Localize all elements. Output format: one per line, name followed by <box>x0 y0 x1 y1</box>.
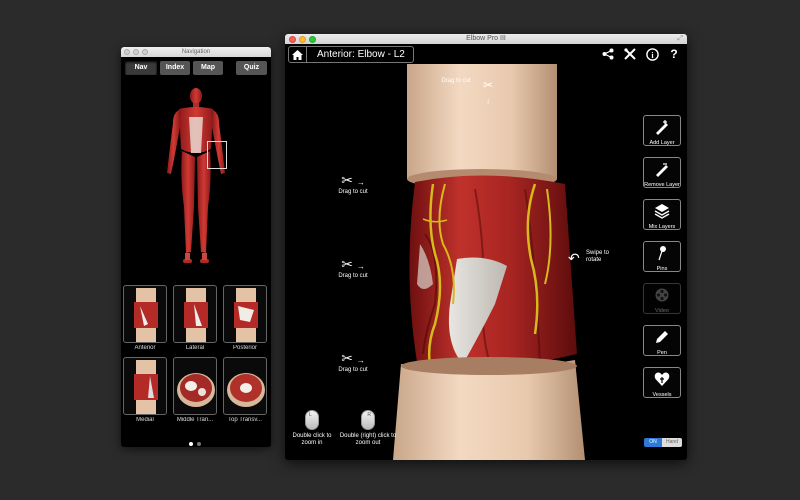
body-map-figure[interactable] <box>161 87 231 269</box>
thumbnail-label: Medial <box>136 417 154 423</box>
drag-to-cut-hint[interactable]: ✂ → Drag to cut <box>333 256 373 279</box>
scissors-icon: ✂ → <box>341 172 365 188</box>
top-toolbar: i ? <box>601 47 681 61</box>
tab-map[interactable]: Map <box>193 61 223 75</box>
page-dot-active[interactable] <box>189 442 193 446</box>
mix-layers-button[interactable]: Mix Layers <box>643 199 681 230</box>
zoom-out-hint: Double (right) click to zoom out <box>339 433 397 446</box>
vessels-heart-icon <box>654 372 670 386</box>
add-layer-icon <box>656 120 668 135</box>
tab-nav[interactable]: Nav <box>125 61 157 75</box>
scissors-icon: ✂ → <box>341 256 365 272</box>
video-reel-icon <box>655 288 669 302</box>
add-layer-button[interactable]: Add Layer <box>643 115 681 146</box>
navigation-title: Navigation <box>181 49 211 55</box>
elbow-3d-view[interactable] <box>285 44 687 460</box>
mouse-left-click-icon: L <box>305 410 319 430</box>
zoom-in-hint: Double click to zoom in <box>292 433 332 446</box>
tab-index[interactable]: Index <box>160 61 190 75</box>
navigation-tabs: Nav Index Map Quiz <box>125 61 267 75</box>
share-icon[interactable] <box>601 47 615 61</box>
view-region-indicator[interactable] <box>207 141 227 169</box>
thumbnail-label: Lateral <box>185 345 205 351</box>
thumbnail-label: Middle Tran... <box>176 417 214 423</box>
thumbnail-posterior[interactable] <box>223 285 267 343</box>
swipe-to-rotate-hint: ↶ Swipe to rotate <box>568 250 610 266</box>
scissors-icon[interactable]: ✂ ↓ <box>481 78 495 106</box>
thumbnail-anterior[interactable] <box>123 285 167 343</box>
navigation-titlebar[interactable]: Navigation <box>121 47 271 57</box>
page-indicator[interactable] <box>187 433 203 447</box>
fullscreen-icon[interactable]: ⤢ <box>677 35 683 43</box>
page-dot[interactable] <box>197 442 201 446</box>
layers-icon <box>654 204 670 219</box>
help-icon[interactable]: ? <box>667 47 681 61</box>
navigation-window: Navigation Nav Index Map Quiz Anterior L… <box>121 47 271 447</box>
pin-icon <box>658 246 666 261</box>
mode-toggle[interactable]: ON Hand <box>644 438 682 447</box>
thumbnail-label: Anterior <box>134 345 156 351</box>
home-icon[interactable] <box>289 47 307 62</box>
rotate-arrow-icon: ↶ <box>568 250 580 266</box>
thumbnail-label: Top Transv... <box>228 417 262 423</box>
mouse-right-click-icon: R <box>361 410 375 430</box>
breadcrumb-title: Anterior: Elbow - L2 <box>317 49 405 60</box>
remove-layer-button[interactable]: Remove Layer <box>643 157 681 188</box>
toggle-on[interactable]: ON <box>644 438 662 447</box>
pins-button[interactable]: Pins <box>643 241 681 272</box>
thumbnail-label: Posterior <box>232 345 257 351</box>
drag-to-cut-hint[interactable]: ✂ → Drag to cut <box>333 172 373 195</box>
window-title: Elbow Pro III <box>466 35 506 42</box>
thumbnail-top-transverse[interactable] <box>223 357 267 415</box>
info-glyph: i <box>651 50 654 59</box>
scissors-icon: ✂ → <box>341 350 365 366</box>
breadcrumb[interactable]: Anterior: Elbow - L2 <box>288 46 414 63</box>
pen-button[interactable]: Pen <box>643 325 681 356</box>
tab-quiz[interactable]: Quiz <box>236 61 267 75</box>
remove-layer-icon <box>656 163 668 177</box>
thumbnail-medial[interactable] <box>123 357 167 415</box>
main-titlebar[interactable]: Elbow Pro III ⤢ <box>285 34 687 44</box>
pen-icon <box>656 331 668 343</box>
toggle-hand[interactable]: Hand <box>662 438 682 447</box>
drag-to-cut-top-hint: Drag to cut <box>441 78 471 84</box>
tools-icon[interactable] <box>623 47 637 61</box>
main-window: Elbow Pro III ⤢ Anterior: Elbow - L2 i ?… <box>285 34 687 460</box>
drag-to-cut-hint[interactable]: ✂ → Drag to cut <box>333 350 373 373</box>
info-icon[interactable]: i <box>645 47 659 61</box>
vessels-button[interactable]: Vessels <box>643 367 681 398</box>
thumbnail-middle-transverse[interactable] <box>173 357 217 415</box>
thumbnail-lateral[interactable] <box>173 285 217 343</box>
video-button[interactable]: Video <box>643 283 681 314</box>
